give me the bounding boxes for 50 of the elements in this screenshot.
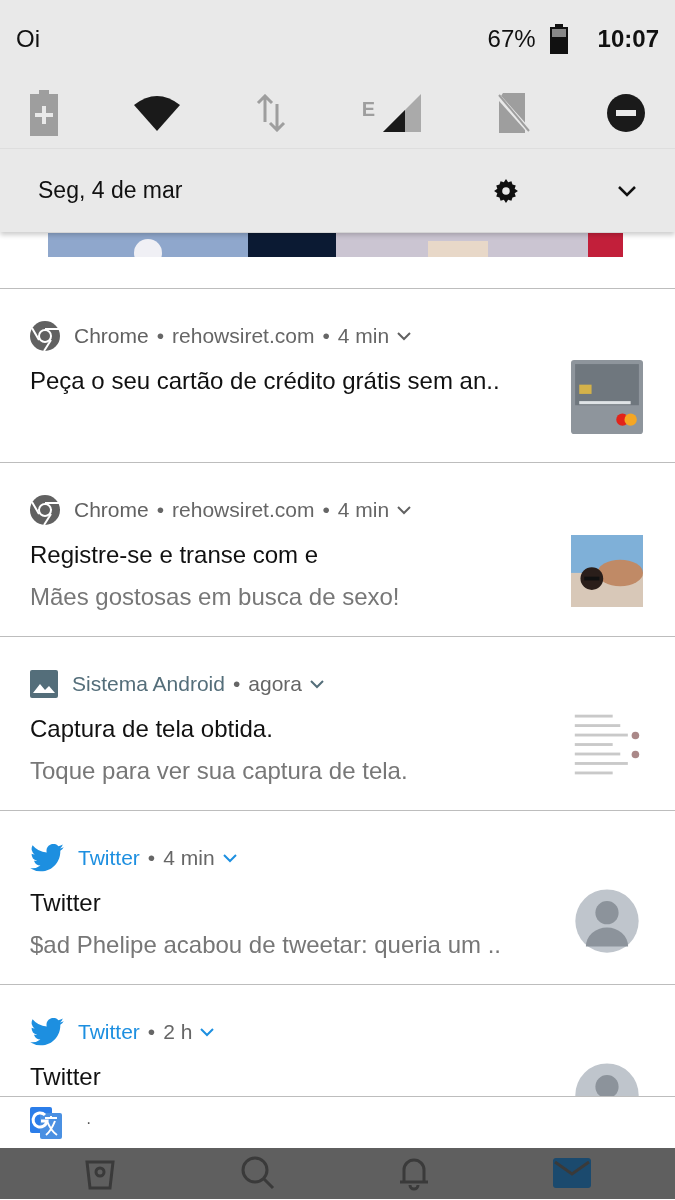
- wifi-icon[interactable]: [133, 95, 180, 131]
- notification-title: Twitter: [30, 1062, 102, 1092]
- separator-dot: •: [322, 497, 330, 524]
- notification-title: Twitter: [30, 888, 102, 918]
- app-name: Twitter: [78, 845, 140, 872]
- notification-title: Registre-se e transe com e: [30, 540, 320, 570]
- time-label: 4 min: [337, 497, 390, 524]
- date-label: Seg, 4 de mar: [38, 176, 183, 206]
- app-name: Twitter: [78, 1019, 140, 1046]
- do-not-disturb-icon[interactable]: [606, 94, 645, 132]
- battery-percent: 67%: [487, 24, 536, 54]
- expand-icon[interactable]: [397, 331, 412, 341]
- app-name: Chrome: [74, 497, 149, 524]
- signal-icon[interactable]: [383, 94, 422, 132]
- expand-icon[interactable]: [617, 184, 637, 197]
- notification-title: Peça o seu cartão de crédito grátis sem an..: [30, 366, 501, 396]
- bird-icon: [30, 1018, 64, 1046]
- data-transfer-icon[interactable]: [255, 94, 286, 132]
- separator-dot: •: [147, 1019, 156, 1046]
- image-icon: [30, 670, 58, 698]
- settings-icon[interactable]: [493, 177, 519, 204]
- time-label: 4 min: [337, 323, 390, 350]
- time-label: 2 h: [163, 1019, 193, 1046]
- sim-card-off-icon[interactable]: [497, 93, 532, 133]
- app-name: Sistema Android: [72, 671, 225, 698]
- time-label: 4 min: [163, 845, 215, 872]
- expand-icon[interactable]: [397, 505, 412, 515]
- source-label: rehowsiret.com: [172, 323, 315, 350]
- app-name: Chrome: [74, 323, 149, 350]
- battery-saver-icon[interactable]: [30, 90, 58, 136]
- carrier-label: Oi: [16, 24, 40, 54]
- network-type-label: E: [361, 97, 376, 122]
- separator-dot: •: [322, 323, 330, 350]
- separator-dot: •: [156, 497, 165, 524]
- time-label: agora: [248, 671, 302, 698]
- notification-text: Mães gostosas em busca de sexo!: [30, 582, 401, 612]
- clock: 10:07: [597, 24, 659, 54]
- notification-text: ·: [86, 1112, 92, 1133]
- notification-title: Captura de tela obtida.: [30, 714, 274, 744]
- notification-text: Toque para ver sua captura de tela.: [30, 756, 409, 786]
- separator-dot: •: [147, 845, 156, 872]
- battery-icon: [549, 24, 568, 54]
- source-label: rehowsiret.com: [172, 497, 315, 524]
- separator-dot: •: [232, 671, 241, 698]
- chrome-icon: [30, 321, 60, 351]
- notification-text: $ad Phelipe acabou de tweetar: queria um ..: [30, 930, 502, 960]
- separator-dot: •: [156, 323, 165, 350]
- chrome-icon: [30, 495, 60, 525]
- bird-icon: [30, 844, 64, 872]
- translate-icon: [30, 1106, 62, 1139]
